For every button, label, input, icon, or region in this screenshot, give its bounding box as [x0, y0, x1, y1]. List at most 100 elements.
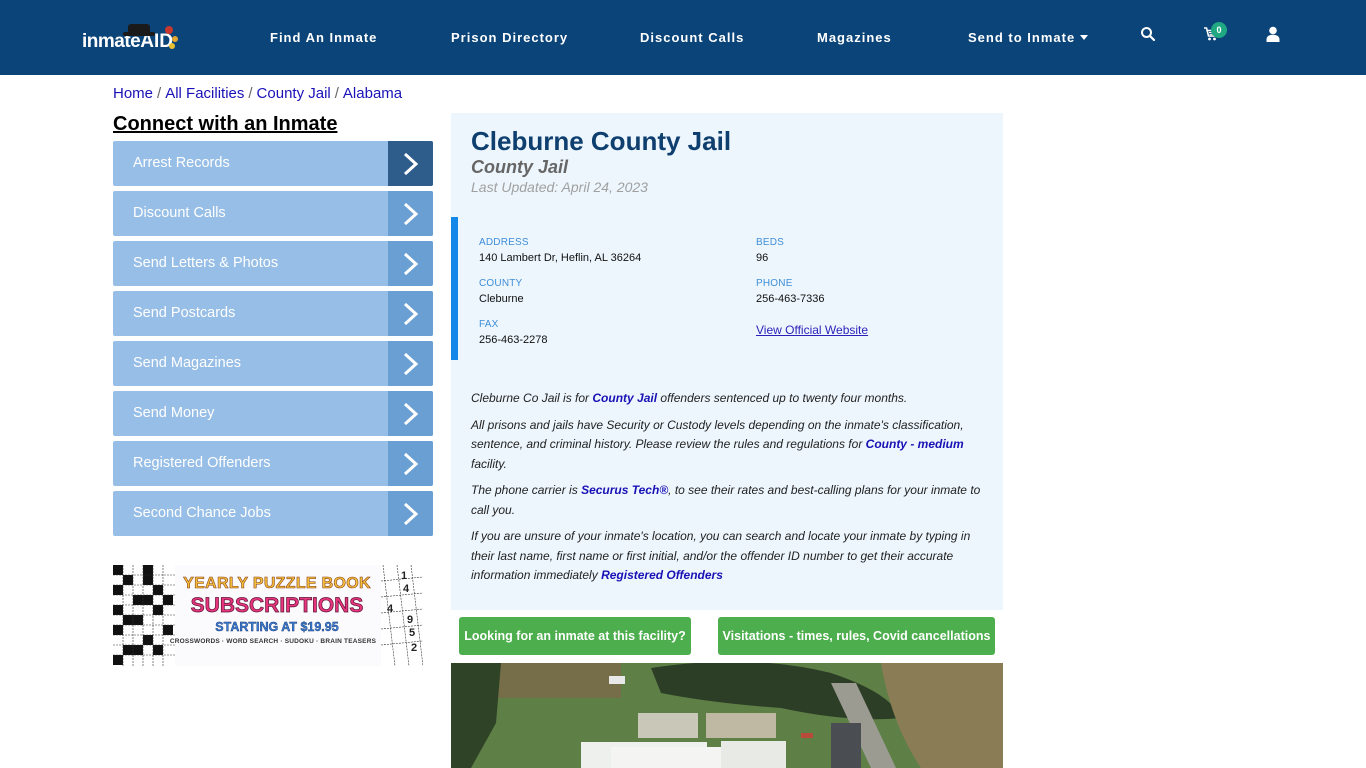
- facility-title: Cleburne County Jail: [471, 126, 732, 156]
- description-paragraph: All prisons and jails have Security or C…: [471, 416, 986, 475]
- breadcrumb-separator: /: [334, 85, 339, 102]
- top-navbar: inmate AID Find An Inmate Prison Director…: [0, 0, 1366, 75]
- nav-find-an-inmate[interactable]: Find An Inmate: [270, 30, 377, 45]
- sidebar-item-label: Arrest Records: [133, 155, 230, 171]
- chevron-right-icon: [388, 291, 433, 336]
- sidebar-item-label: Send Postcards: [133, 305, 236, 321]
- address-field: ADDRESS 140 Lambert Dr, Heflin, AL 36264: [479, 237, 641, 264]
- county-jail-link[interactable]: County Jail: [592, 391, 657, 405]
- facility-info-box: ADDRESS 140 Lambert Dr, Heflin, AL 36264…: [451, 217, 1003, 360]
- phone-value: 256-463-7336: [756, 293, 825, 305]
- sudoku-digit: 4: [387, 603, 394, 615]
- securus-tech-link[interactable]: Securus Tech®: [581, 483, 668, 497]
- website-field: View Official Website: [756, 321, 868, 339]
- chevron-right-icon: [388, 141, 433, 186]
- sudoku-digit: 4: [403, 583, 410, 595]
- sidebar-item-arrest-records[interactable]: Arrest Records: [113, 141, 433, 186]
- cart-count-badge: 0: [1211, 22, 1227, 38]
- facility-description: Cleburne Co Jail is for County Jail offe…: [471, 389, 986, 593]
- sudoku-digit: 2: [411, 642, 417, 654]
- sudoku-digit: 9: [407, 614, 413, 626]
- caret-down-icon: [1080, 34, 1089, 40]
- county-label: COUNTY: [479, 278, 523, 289]
- description-text: The phone carrier is: [471, 483, 582, 497]
- sidebar-item-send-magazines[interactable]: Send Magazines: [113, 341, 433, 386]
- facility-aerial-photo: [451, 663, 1003, 768]
- user-icon[interactable]: [1266, 26, 1286, 46]
- last-updated: Last Updated: April 24, 2023: [471, 179, 648, 195]
- connect-heading: Connect with an Inmate: [113, 113, 338, 135]
- breadcrumb-separator: /: [248, 85, 253, 102]
- crossword-grid-graphic: [113, 565, 175, 666]
- county-value: Cleburne: [479, 293, 524, 305]
- sudoku-grid-graphic: 1 4 4 9 5 2: [381, 565, 423, 666]
- sidebar-item-label: Second Chance Jobs: [133, 505, 271, 521]
- nav-send-to-inmate-dropdown[interactable]: Send to Inmate: [968, 30, 1089, 45]
- official-website-link[interactable]: View Official Website: [756, 323, 868, 337]
- description-paragraph: Cleburne Co Jail is for County Jail offe…: [471, 389, 986, 409]
- description-text: offenders sentenced up to twenty four mo…: [657, 391, 908, 405]
- pilgrim-hat-icon: [123, 24, 155, 36]
- sidebar-item-send-money[interactable]: Send Money: [113, 391, 433, 436]
- phone-field: PHONE 256-463-7336: [756, 278, 825, 305]
- fax-field: FAX 256-463-2278: [479, 319, 548, 346]
- sidebar-item-discount-calls[interactable]: Discount Calls: [113, 191, 433, 236]
- chevron-right-icon: [388, 241, 433, 286]
- sidebar-item-send-postcards[interactable]: Send Postcards: [113, 291, 433, 336]
- description-paragraph: The phone carrier is Securus Tech®, to s…: [471, 481, 986, 520]
- chevron-right-icon: [388, 391, 433, 436]
- sidebar-item-label: Discount Calls: [133, 205, 226, 221]
- nav-send-to-inmate-label: Send to Inmate: [968, 30, 1076, 45]
- chevron-right-icon: [388, 441, 433, 486]
- sidebar-item-label: Send Money: [133, 405, 215, 421]
- chevron-right-icon: [388, 341, 433, 386]
- address-label: ADDRESS: [479, 237, 529, 248]
- facility-type: County Jail: [471, 157, 569, 177]
- ad-price: STARTING AT $19.95: [215, 620, 339, 634]
- chevron-right-icon: [388, 491, 433, 536]
- county-medium-link[interactable]: County - medium: [866, 437, 964, 451]
- breadcrumb-separator: /: [157, 85, 162, 102]
- beds-field: BEDS 96: [756, 237, 784, 264]
- breadcrumb: Home / All Facilities / County Jail / Alabama: [113, 85, 402, 102]
- visitations-button[interactable]: Visitations - times, rules, Covid cancel…: [718, 617, 995, 655]
- beds-label: BEDS: [756, 237, 785, 248]
- search-icon[interactable]: [1140, 26, 1160, 46]
- find-inmate-at-facility-button[interactable]: Looking for an inmate at this facility?: [459, 617, 691, 655]
- phone-label: PHONE: [756, 278, 793, 289]
- ad-title: SUBSCRIPTIONS: [190, 594, 364, 618]
- autumn-leaf-icon: [169, 43, 175, 49]
- breadcrumb-home[interactable]: Home: [113, 85, 153, 102]
- description-paragraph: If you are unsure of your inmate's locat…: [471, 527, 986, 586]
- fax-value: 256-463-2278: [479, 334, 548, 346]
- facility-panel: Cleburne County Jail County Jail Last Up…: [451, 113, 1003, 610]
- nav-magazines[interactable]: Magazines: [817, 30, 892, 45]
- autumn-leaf-icon: [165, 26, 173, 34]
- ad-puzzle-types: CROSSWORDS · WORD SEARCH · SUDOKU · BRAI…: [169, 638, 377, 645]
- breadcrumb-alabama[interactable]: Alabama: [343, 85, 402, 102]
- sidebar-service-list: Arrest Records Discount Calls Send Lette…: [113, 141, 433, 541]
- ad-headline: YEARLY PUZZLE BOOK: [183, 575, 371, 593]
- description-text: Cleburne Co Jail is for: [471, 391, 593, 405]
- nav-discount-calls[interactable]: Discount Calls: [640, 30, 744, 45]
- description-text: facility.: [471, 456, 507, 471]
- autumn-leaf-icon: [172, 36, 178, 42]
- sidebar-item-send-letters-photos[interactable]: Send Letters & Photos: [113, 241, 433, 286]
- breadcrumb-all-facilities[interactable]: All Facilities: [165, 85, 244, 102]
- fax-label: FAX: [479, 319, 499, 330]
- chevron-right-icon: [388, 191, 433, 236]
- sidebar-item-registered-offenders[interactable]: Registered Offenders: [113, 441, 433, 486]
- sidebar-item-label: Send Letters & Photos: [133, 255, 279, 271]
- registered-offenders-link[interactable]: Registered Offenders: [601, 568, 723, 582]
- sidebar-item-label: Registered Offenders: [133, 455, 271, 471]
- beds-value: 96: [756, 252, 769, 264]
- nav-prison-directory[interactable]: Prison Directory: [451, 30, 568, 45]
- breadcrumb-county-jail[interactable]: County Jail: [257, 85, 331, 102]
- sidebar-item-second-chance-jobs[interactable]: Second Chance Jobs: [113, 491, 433, 536]
- puzzle-book-ad-banner[interactable]: YEARLY PUZZLE BOOK SUBSCRIPTIONS STARTIN…: [113, 565, 423, 666]
- sudoku-digit: 5: [409, 627, 415, 639]
- sidebar-item-label: Send Magazines: [133, 355, 242, 371]
- address-value: 140 Lambert Dr, Heflin, AL 36264: [479, 252, 642, 264]
- county-field: COUNTY Cleburne: [479, 278, 524, 305]
- sudoku-digit: 1: [401, 570, 407, 582]
